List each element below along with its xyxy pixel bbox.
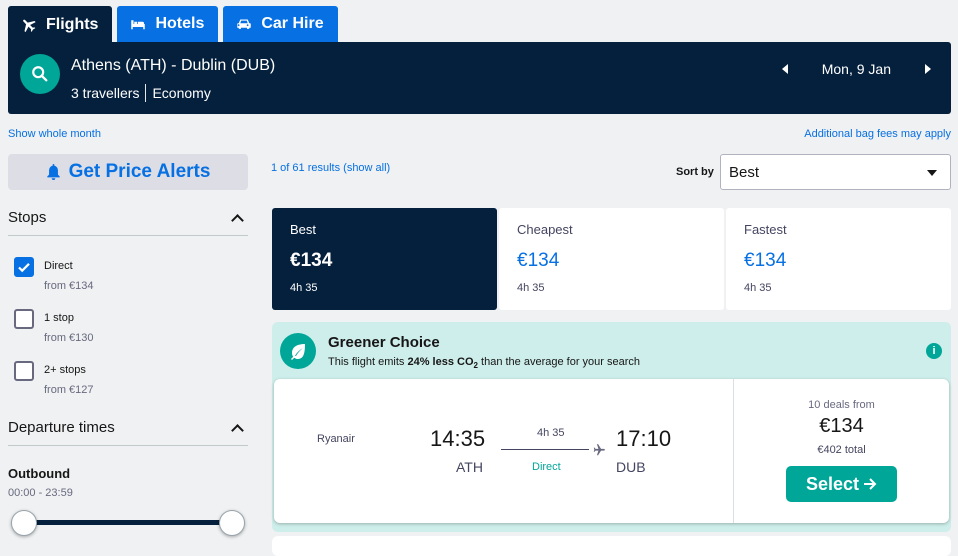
tab-flights-label: Flights <box>46 15 99 33</box>
sort-label: Sort by <box>676 166 714 178</box>
sort-tab-duration: 4h 35 <box>290 282 318 294</box>
sort-tab-duration: 4h 35 <box>744 282 772 294</box>
direct-checkbox[interactable] <box>14 257 34 277</box>
car-icon <box>237 19 252 29</box>
stop-option-direct[interactable]: Direct from €134 <box>14 257 94 292</box>
select-label: Select <box>805 473 860 494</box>
greener-sub-bold: 24% less CO <box>407 356 474 368</box>
stop-option-label: 1 stop <box>44 312 74 324</box>
total-price: €402 total <box>817 444 866 456</box>
airline-name: Ryanair <box>317 433 355 445</box>
chevron-up-icon[interactable] <box>231 424 244 437</box>
stops-filter-header[interactable]: Stops <box>8 206 248 236</box>
vertical-tabs: Flights Hotels Car Hire <box>8 6 338 43</box>
sort-tab-name: Best <box>290 222 317 237</box>
stop-option-1-stop[interactable]: 1 stop from €130 <box>14 309 94 344</box>
caret-down-icon <box>927 170 937 176</box>
show-whole-month-link[interactable]: Show whole month <box>8 128 101 140</box>
bed-icon <box>131 20 146 30</box>
greener-sub-pre: This flight emits <box>328 356 408 368</box>
plane-icon <box>23 19 36 32</box>
stop-option-label: Direct <box>44 260 73 272</box>
next-date-icon[interactable] <box>925 64 931 74</box>
stop-option-price: from €134 <box>44 280 94 292</box>
deals-count: 10 deals from <box>808 399 875 411</box>
sort-tab-price: €134 <box>517 250 560 271</box>
travel-meta: 3 travellers Economy <box>71 84 211 102</box>
leaf-icon <box>291 344 305 360</box>
cabin-text: Economy <box>152 85 211 101</box>
tab-car-hire[interactable]: Car Hire <box>223 6 338 42</box>
arrival-code: DUB <box>616 459 646 475</box>
sort-tab-name: Fastest <box>744 222 787 237</box>
bell-icon <box>46 164 60 180</box>
departure-code: ATH <box>456 459 483 475</box>
outbound-label: Outbound <box>8 466 71 481</box>
stops-title: Stops <box>8 209 47 226</box>
slider-handle-start[interactable] <box>11 510 37 536</box>
flight-price: €134 <box>819 415 864 437</box>
sort-tabs: Best €134 4h 35 Cheapest €134 4h 35 Fast… <box>272 208 951 310</box>
sort-value: Best <box>729 163 760 181</box>
price-alerts-button[interactable]: Get Price Alerts <box>8 154 248 190</box>
route-text: Athens (ATH) - Dublin (DUB) <box>71 57 276 74</box>
sort-tab-fastest[interactable]: Fastest €134 4h 35 <box>726 208 951 310</box>
greener-title: Greener Choice <box>328 334 440 351</box>
departure-times-header[interactable]: Departure times <box>8 416 248 446</box>
next-result-card[interactable] <box>272 536 951 556</box>
greener-subtitle: This flight emits 24% less CO2 than the … <box>328 356 640 370</box>
sort-tab-best[interactable]: Best €134 4h 35 <box>272 208 497 310</box>
stop-option-price: from €127 <box>44 384 94 396</box>
stops-info: Direct <box>532 461 561 473</box>
previous-date-icon[interactable] <box>781 64 788 74</box>
sort-tab-price: €134 <box>290 250 333 271</box>
search-summary[interactable]: Athens (ATH) - Dublin (DUB) 3 travellers… <box>8 42 951 114</box>
arrow-right-icon <box>864 478 877 490</box>
departure-times-title: Departure times <box>8 419 115 436</box>
sort-tab-cheapest[interactable]: Cheapest €134 4h 35 <box>499 208 724 310</box>
departure-time: 14:35 <box>430 426 486 451</box>
stop-option-2-stops[interactable]: 2+ stops from €127 <box>14 361 94 396</box>
sort-tab-name: Cheapest <box>517 222 573 237</box>
search-button[interactable] <box>20 54 60 94</box>
stop-option-price: from €130 <box>44 332 94 344</box>
meta-divider <box>145 84 147 102</box>
results-count-link[interactable]: 1 of 61 results (show all) <box>271 162 390 174</box>
sort-tab-duration: 4h 35 <box>517 282 545 294</box>
tab-hotels[interactable]: Hotels <box>117 6 219 42</box>
sort-tab-price: €134 <box>744 250 787 271</box>
search-icon <box>32 66 48 82</box>
travellers-text: 3 travellers <box>71 85 140 101</box>
route-line <box>501 449 589 450</box>
select-button[interactable]: Select <box>786 466 897 502</box>
tab-car-hire-label: Car Hire <box>261 15 324 32</box>
one-stop-checkbox[interactable] <box>14 309 34 329</box>
tab-flights[interactable]: Flights <box>8 6 113 43</box>
leaf-badge <box>280 333 316 369</box>
checkmark-icon <box>18 263 30 273</box>
greener-sub-post: than the average for your search <box>477 356 641 368</box>
sort-select[interactable]: Best <box>720 154 951 190</box>
slider-handle-end[interactable] <box>219 510 245 536</box>
outbound-range: 00:00 - 23:59 <box>8 487 73 499</box>
plane-icon <box>593 444 605 456</box>
two-plus-stops-checkbox[interactable] <box>14 361 34 381</box>
bag-fees-link[interactable]: Additional bag fees may apply <box>804 128 951 140</box>
date-navigator: Mon, 9 Jan <box>781 61 931 77</box>
chevron-up-icon[interactable] <box>231 214 244 227</box>
flight-duration: 4h 35 <box>537 427 565 439</box>
price-alerts-label: Get Price Alerts <box>68 161 211 182</box>
info-icon[interactable]: i <box>926 343 942 359</box>
date-text: Mon, 9 Jan <box>821 61 891 77</box>
arrival-time: 17:10 <box>616 426 672 451</box>
departure-slider-track[interactable] <box>22 520 234 525</box>
tab-hotels-label: Hotels <box>155 15 205 32</box>
flight-result-card[interactable]: Ryanair 14:35 ATH 4h 35 Direct 17:10 DUB… <box>274 379 949 523</box>
stop-option-label: 2+ stops <box>44 364 86 376</box>
price-column: 10 deals from €134 €402 total Select <box>733 379 949 523</box>
